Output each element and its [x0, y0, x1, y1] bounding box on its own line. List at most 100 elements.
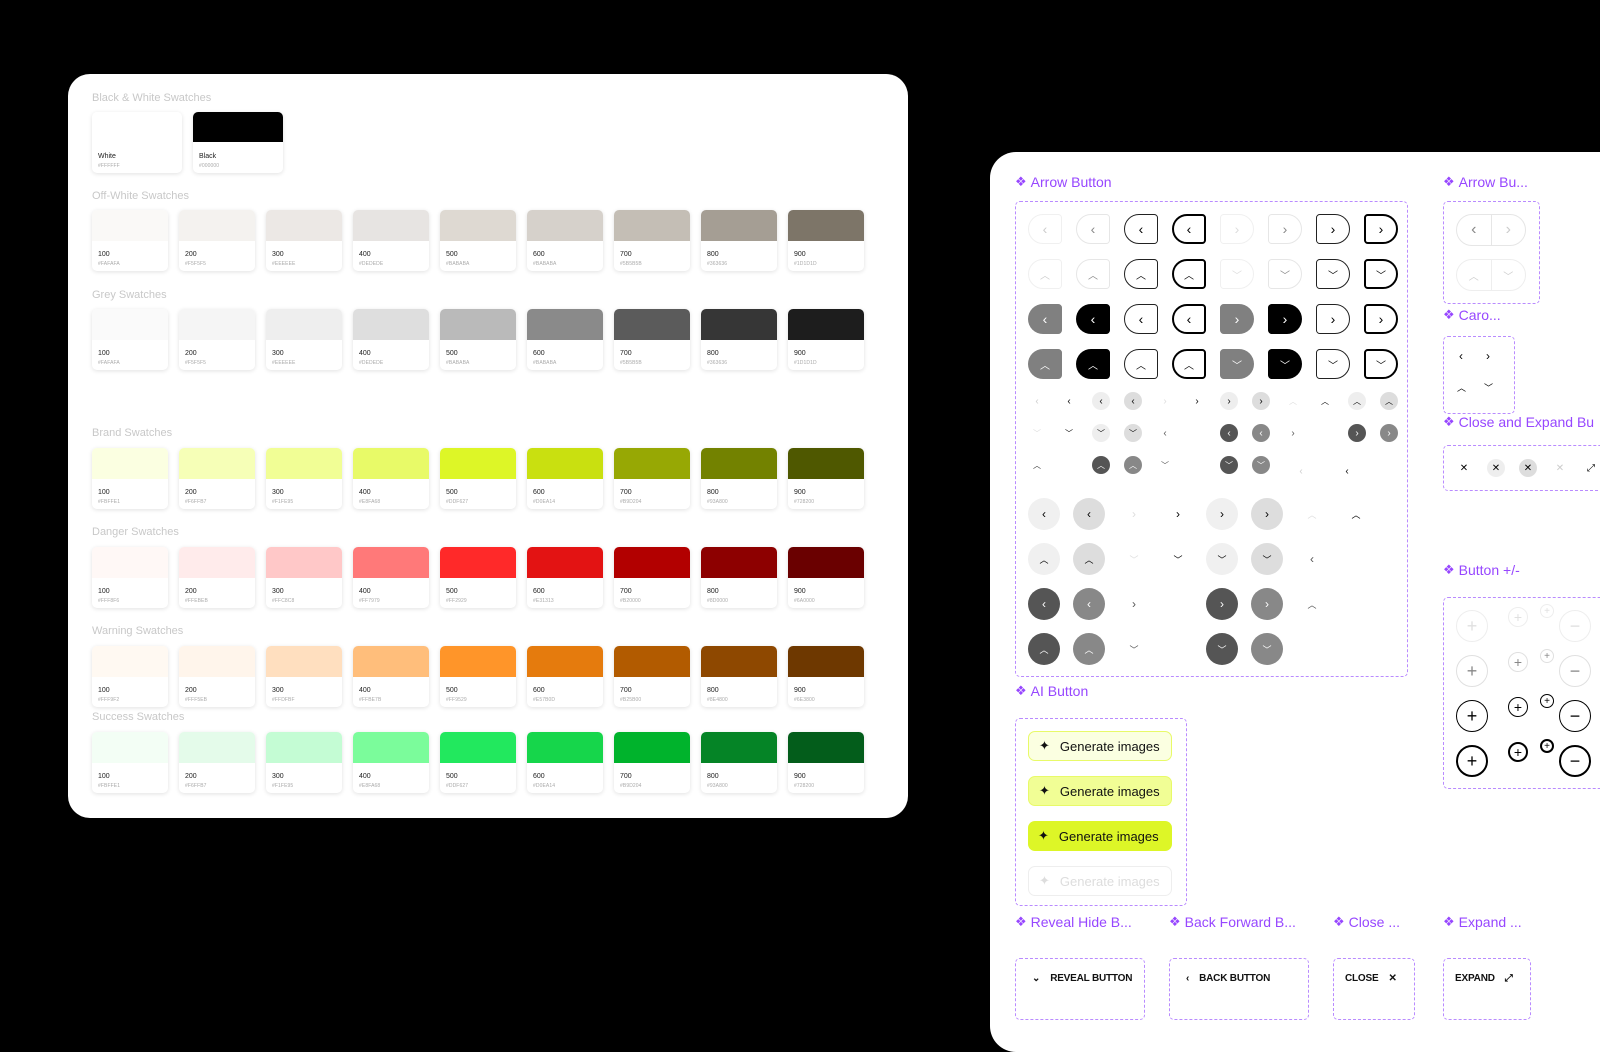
swatch-card[interactable]: 900 #6E3800 [788, 646, 864, 707]
arrow-button[interactable]: ﹀ [1268, 349, 1302, 379]
swatch-card[interactable]: 900 #6A0000 [788, 547, 864, 608]
swatch-card[interactable]: 800 #363636 [701, 309, 777, 370]
swatch-card[interactable]: 100 #FAFAFA [92, 210, 168, 271]
arrow-button[interactable]: ︿ [1076, 259, 1110, 289]
chevron-up-round-button[interactable]: ︿ [1296, 588, 1328, 620]
swatch-card[interactable]: 300 #FFC8C8 [266, 547, 342, 608]
chevron-right-round-button[interactable]: › [1206, 498, 1238, 530]
back-button[interactable]: ‹ BACK BUTTON [1186, 973, 1270, 984]
swatch-card[interactable]: 300 #EEEEEE [266, 309, 342, 370]
minus-button[interactable]: − [1559, 655, 1591, 687]
swatch-card[interactable]: Black #000000 [193, 112, 283, 173]
swatch-card[interactable]: 500 #FF2929 [440, 547, 516, 608]
chevron-right-icon[interactable]: › [1492, 215, 1526, 245]
swatch-card[interactable]: 200 #F5F5F5 [179, 309, 255, 370]
arrow-button[interactable]: › [1268, 214, 1302, 244]
arrow-button[interactable]: › [1364, 304, 1398, 334]
swatch-card[interactable]: 400 #DEDEDE [353, 309, 429, 370]
chevron-down-round-button[interactable]: ﹀ [1118, 633, 1150, 665]
swatch-card[interactable]: 400 #FF7979 [353, 547, 429, 608]
chevron-right-icon[interactable]: › [1486, 349, 1490, 363]
swatch-card[interactable]: 300 #F1FE95 [266, 448, 342, 509]
swatch-card[interactable]: 800 #93A800 [701, 732, 777, 793]
swatch-card[interactable]: 200 #FFF5EB [179, 646, 255, 707]
chevron-left-round-button[interactable]: ‹ [1073, 498, 1105, 530]
arrow-button[interactable]: ︿ [1028, 349, 1062, 379]
close-icon[interactable]: ✕ [1455, 459, 1473, 477]
close-button[interactable]: CLOSE ✕ [1345, 973, 1397, 984]
swatch-card[interactable]: 200 #F6FFB7 [179, 448, 255, 509]
chevron-left-small-button[interactable]: ‹ [1124, 392, 1142, 410]
swatch-card[interactable]: 300 #F1FE95 [266, 732, 342, 793]
arrow-button[interactable]: › [1220, 304, 1254, 334]
swatch-card[interactable]: 700 #B9D204 [614, 448, 690, 509]
arrow-button[interactable]: › [1364, 214, 1398, 244]
swatch-card[interactable]: 700 #B20000 [614, 547, 690, 608]
close-icon[interactable]: ✕ [1487, 459, 1505, 477]
chevron-left-round-button[interactable]: ‹ [1296, 543, 1328, 575]
plus-button[interactable]: + [1508, 697, 1528, 717]
chevron-left-round-button[interactable]: ‹ [1073, 588, 1105, 620]
chevron-up-small-button[interactable]: ︿ [1380, 392, 1398, 410]
arrow-button[interactable]: ‹ [1028, 214, 1062, 244]
arrow-button[interactable]: › [1316, 304, 1350, 334]
ai-button-hover[interactable]: ✦ Generate images [1028, 776, 1172, 806]
chevron-down-small-button[interactable]: ﹀ [1092, 424, 1110, 442]
swatch-card[interactable]: 600 #BABABA [527, 309, 603, 370]
chevron-left-small-button[interactable]: ‹ [1060, 392, 1078, 410]
swatch-card[interactable]: 100 #FAFAFA [92, 309, 168, 370]
swatch-card[interactable]: 200 #F6FFB7 [179, 732, 255, 793]
arrow-button[interactable]: ‹ [1172, 304, 1206, 334]
chevron-down-round-button[interactable]: ﹀ [1251, 543, 1283, 575]
swatch-card[interactable]: 100 #FBFFE1 [92, 448, 168, 509]
swatch-card[interactable]: 100 #FFF8F6 [92, 547, 168, 608]
swatch-card[interactable]: 900 #728200 [788, 448, 864, 509]
plus-button[interactable]: + [1456, 610, 1488, 642]
chevron-up-small-button[interactable]: ︿ [1284, 392, 1302, 410]
close-icon[interactable]: ✕ [1551, 459, 1569, 477]
chevron-left-small-button[interactable]: ‹ [1028, 392, 1046, 410]
arrow-button[interactable]: ︿ [1028, 259, 1062, 289]
arrow-button[interactable]: › [1316, 214, 1350, 244]
chevron-left-small-button[interactable]: ‹ [1156, 424, 1174, 442]
close-icon[interactable]: ✕ [1519, 459, 1537, 477]
plus-button[interactable]: + [1540, 604, 1554, 618]
chevron-right-small-button[interactable]: › [1188, 392, 1206, 410]
arrow-button[interactable]: ‹ [1124, 304, 1158, 334]
swatch-card[interactable]: 500 #BABABA [440, 210, 516, 271]
swatch-card[interactable]: 200 #FFEBEB [179, 547, 255, 608]
chevron-right-round-button[interactable]: › [1251, 498, 1283, 530]
chevron-left-small-button[interactable]: ‹ [1220, 424, 1238, 442]
chevron-left-small-button[interactable]: ‹ [1252, 424, 1270, 442]
chevron-down-round-button[interactable]: ﹀ [1251, 633, 1283, 665]
swatch-card[interactable]: 800 #8D0000 [701, 547, 777, 608]
expand-icon[interactable]: ⤢ [1582, 459, 1600, 477]
chevron-up-round-button[interactable]: ︿ [1028, 543, 1060, 575]
chevron-right-small-button[interactable]: › [1220, 392, 1238, 410]
chevron-up-small-button[interactable]: ︿ [1316, 392, 1334, 410]
chevron-up-small-button[interactable]: ︿ [1092, 456, 1110, 474]
arrow-button[interactable]: ‹ [1076, 304, 1110, 334]
swatch-card[interactable]: 300 #EEEEEE [266, 210, 342, 271]
swatch-card[interactable]: 200 #F5F5F5 [179, 210, 255, 271]
chevron-down-round-button[interactable]: ﹀ [1118, 543, 1150, 575]
chevron-up-round-button[interactable]: ︿ [1296, 498, 1328, 530]
swatch-card[interactable]: 600 #E31313 [527, 547, 603, 608]
swatch-card[interactable]: 900 #728200 [788, 732, 864, 793]
arrow-button[interactable]: ‹ [1076, 214, 1110, 244]
chevron-down-round-button[interactable]: ﹀ [1206, 543, 1238, 575]
swatch-card[interactable]: 800 #8E4800 [701, 646, 777, 707]
swatch-card[interactable]: 600 #D0EA14 [527, 448, 603, 509]
swatch-card[interactable]: 600 #E57B0D [527, 646, 603, 707]
chevron-up-small-button[interactable]: ︿ [1028, 456, 1046, 474]
arrow-button[interactable]: › [1220, 214, 1254, 244]
chevron-right-small-button[interactable]: › [1156, 392, 1174, 410]
chevron-up-round-button[interactable]: ︿ [1028, 633, 1060, 665]
chevron-right-round-button[interactable]: › [1118, 588, 1150, 620]
plus-button[interactable]: + [1508, 742, 1528, 762]
chevron-up-small-button[interactable]: ︿ [1124, 456, 1142, 474]
swatch-card[interactable]: 400 #FFBE7B [353, 646, 429, 707]
plus-button[interactable]: + [1540, 694, 1554, 708]
swatch-card[interactable]: 600 #BABABA [527, 210, 603, 271]
arrow-button[interactable]: ﹀ [1220, 349, 1254, 379]
